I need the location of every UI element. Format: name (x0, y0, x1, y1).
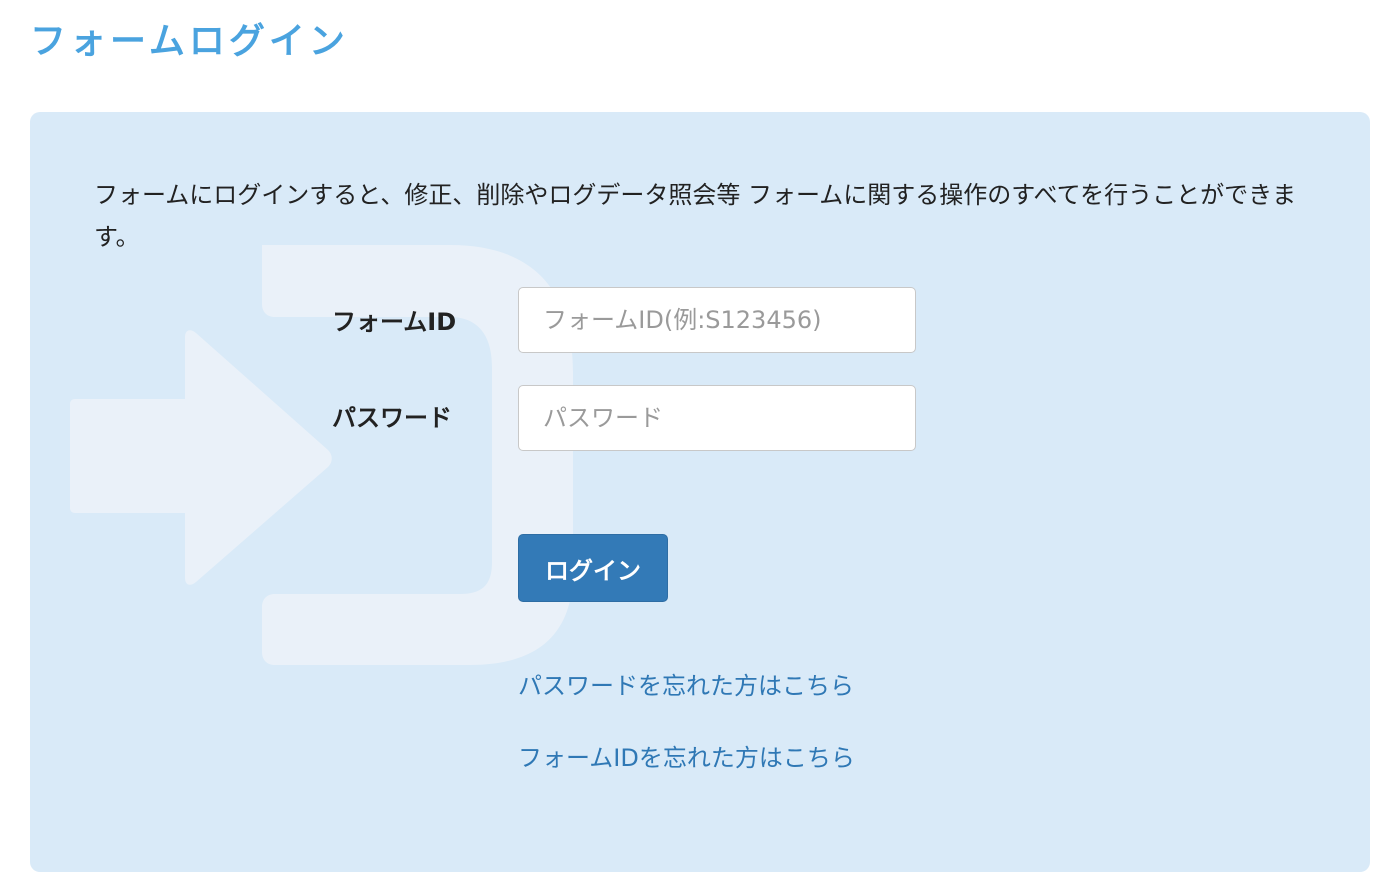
login-description: フォームにログインすると、修正、削除やログデータ照会等 フォームに関する操作のす… (94, 181, 1297, 251)
login-panel: フォームにログインすると、修正、削除やログデータ照会等 フォームに関する操作のす… (30, 112, 1370, 872)
password-label: パスワード (332, 404, 452, 432)
form-id-label: フォームID (332, 308, 457, 336)
form-id-input[interactable] (518, 287, 916, 353)
password-input[interactable] (518, 385, 916, 451)
login-button[interactable]: ログイン (518, 534, 668, 602)
page: フォームログイン フォームにログインすると、修正、削除やログデータ照会等 フォー… (0, 0, 1390, 892)
forgot-password-link[interactable]: パスワードを忘れた方はこちら (518, 666, 854, 706)
forgot-form-id-link[interactable]: フォームIDを忘れた方はこちら (518, 738, 855, 778)
page-title: フォームログイン (30, 21, 349, 62)
